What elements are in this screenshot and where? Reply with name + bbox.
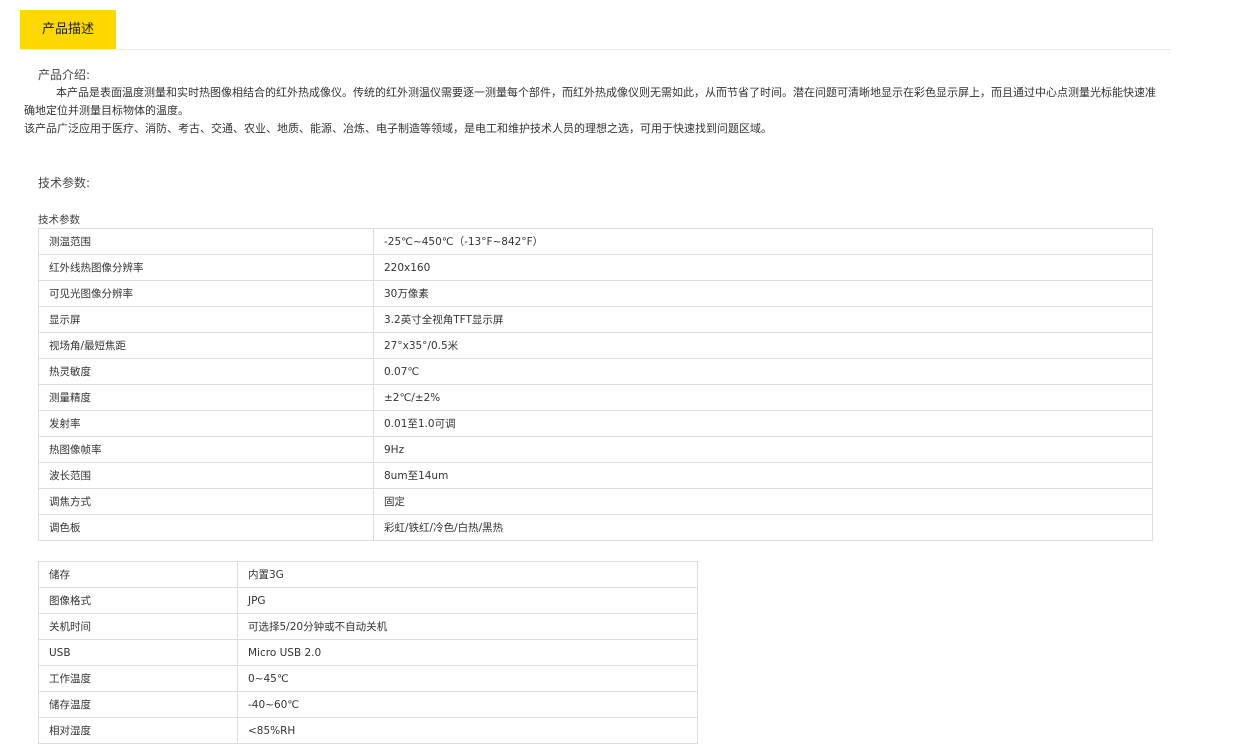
spec-value-cell: 27°x35°/0.5米 xyxy=(373,332,1153,359)
intro-paragraph: 本产品是表面温度测量和实时热图像相结合的红外热成像仪。传统的红外测温仪需要逐一测… xyxy=(24,86,1156,117)
spec-key-cell: 工作温度 xyxy=(38,665,238,692)
table-row: 测温范围 -25℃~450℃（-13°F~842°F） xyxy=(38,228,1153,255)
table-row: 工作温度 0~45℃ xyxy=(38,665,698,692)
spec-key-cell: 调焦方式 xyxy=(38,488,374,515)
spec-key-cell: 测量精度 xyxy=(38,384,374,411)
spec-key-cell: 图像格式 xyxy=(38,587,238,614)
spec-key-cell: 红外线热图像分辨率 xyxy=(38,254,374,281)
spec-key-cell: USB xyxy=(38,639,238,666)
product-intro: 产品介绍: 本产品是表面温度测量和实时热图像相结合的红外热成像仪。传统的红外测温… xyxy=(24,66,1164,138)
tab-bar: 产品描述 xyxy=(20,10,1171,50)
table-row: 热灵敏度 0.07℃ xyxy=(38,358,1153,385)
spec-key-cell: 热灵敏度 xyxy=(38,358,374,385)
spec-value-cell: -25℃~450℃（-13°F~842°F） xyxy=(373,228,1153,255)
table-row: 图像格式 JPG xyxy=(38,587,698,614)
spec-value-cell: 内置3G xyxy=(237,561,698,588)
table-row: 关机时间 可选择5/20分钟或不自动关机 xyxy=(38,613,698,640)
spec-value-cell: ±2℃/±2% xyxy=(373,384,1153,411)
spec-key-cell: 显示屏 xyxy=(38,306,374,333)
tab-product-description[interactable]: 产品描述 xyxy=(20,10,116,49)
specs-table-caption: 技术参数 xyxy=(38,214,80,226)
table-row: 储存温度 -40~60℃ xyxy=(38,691,698,718)
spec-key-cell: 视场角/最短焦距 xyxy=(38,332,374,359)
spec-key-cell: 储存温度 xyxy=(38,691,238,718)
spec-value-cell: 0~45℃ xyxy=(237,665,698,692)
spec-key-cell: 发射率 xyxy=(38,410,374,437)
spec-value-cell: 可选择5/20分钟或不自动关机 xyxy=(237,613,698,640)
table-row: 调焦方式 固定 xyxy=(38,488,1153,515)
table-row: 显示屏 3.2英寸全视角TFT显示屏 xyxy=(38,306,1153,333)
intro-heading: 产品介绍: xyxy=(38,68,91,82)
spec-key-cell: 测温范围 xyxy=(38,228,374,255)
table-row: USB Micro USB 2.0 xyxy=(38,639,698,666)
spec-key-cell: 储存 xyxy=(38,561,238,588)
spec-key-cell: 相对湿度 xyxy=(38,717,238,744)
table-row: 储存 内置3G xyxy=(38,561,698,588)
table-row: 测量精度 ±2℃/±2% xyxy=(38,384,1153,411)
spec-value-cell: Micro USB 2.0 xyxy=(237,639,698,666)
table-row: 发射率 0.01至1.0可调 xyxy=(38,410,1153,437)
table-row: 相对湿度 <85%RH xyxy=(38,717,698,744)
specs-heading: 技术参数: xyxy=(38,176,91,190)
table-row: 可见光图像分辨率 30万像素 xyxy=(38,280,1153,307)
specs-table: 测温范围 -25℃~450℃（-13°F~842°F） 红外线热图像分辨率 220x1… xyxy=(38,228,1153,541)
spec-value-cell: 30万像素 xyxy=(373,280,1153,307)
spec-value-cell: 9Hz xyxy=(373,436,1153,463)
table-row: 视场角/最短焦距 27°x35°/0.5米 xyxy=(38,332,1153,359)
spec-value-cell: -40~60℃ xyxy=(237,691,698,718)
spec-value-cell: <85%RH xyxy=(237,717,698,744)
specs-table-extra: 储存 内置3G 图像格式 JPG 关机时间 可选择5/20分钟或不自动关机 USB Micro… xyxy=(38,561,698,744)
spec-value-cell: 3.2英寸全视角TFT显示屏 xyxy=(373,306,1153,333)
table-row: 波长范围 8um至14um xyxy=(38,462,1153,489)
table-row: 热图像帧率 9Hz xyxy=(38,436,1153,463)
spec-key-cell: 关机时间 xyxy=(38,613,238,640)
table-row: 调色板 彩虹/铁红/冷色/白热/黑热 xyxy=(38,514,1153,541)
spec-value-cell: JPG xyxy=(237,587,698,614)
spec-key-cell: 调色板 xyxy=(38,514,374,541)
spec-value-cell: 固定 xyxy=(373,488,1153,515)
spec-key-cell: 热图像帧率 xyxy=(38,436,374,463)
spec-value-cell: 0.07℃ xyxy=(373,358,1153,385)
table-row: 红外线热图像分辨率 220x160 xyxy=(38,254,1153,281)
spec-value-cell: 8um至14um xyxy=(373,462,1153,489)
spec-value-cell: 0.01至1.0可调 xyxy=(373,410,1153,437)
spec-key-cell: 波长范围 xyxy=(38,462,374,489)
spec-key-cell: 可见光图像分辨率 xyxy=(38,280,374,307)
spec-value-cell: 220x160 xyxy=(373,254,1153,281)
spec-value-cell: 彩虹/铁红/冷色/白热/黑热 xyxy=(373,514,1153,541)
intro-paragraph: 该产品广泛应用于医疗、消防、考古、交通、农业、地质、能源、冶炼、电子制造等领域，… xyxy=(24,122,772,135)
